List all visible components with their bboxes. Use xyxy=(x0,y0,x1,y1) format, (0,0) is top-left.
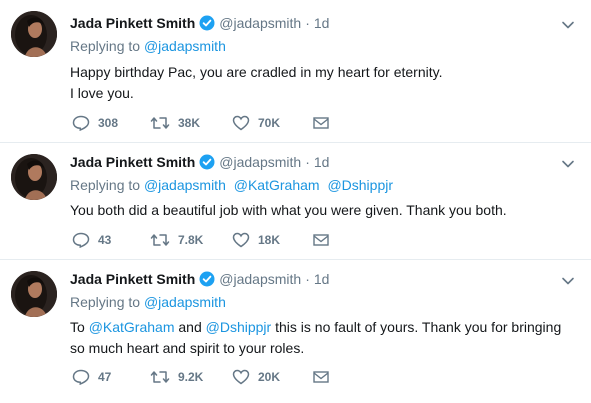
envelope-icon xyxy=(313,116,329,130)
reply-button[interactable]: 43 xyxy=(72,230,111,250)
avatar[interactable] xyxy=(11,11,57,57)
reply-icon xyxy=(72,232,90,248)
timestamp[interactable]: 1d xyxy=(314,154,330,170)
replying-label: Replying to xyxy=(70,294,141,310)
retweet-button[interactable]: 7.8K xyxy=(150,230,203,250)
like-count: 20K xyxy=(258,370,281,384)
retweet-count: 9.2K xyxy=(178,370,204,384)
chevron-down-icon[interactable] xyxy=(561,17,575,29)
replying-mention[interactable]: @jadapsmith xyxy=(144,38,226,54)
author-handle[interactable]: @jadapsmith xyxy=(219,271,301,287)
tweet-text-line: Happy birthday Pac, you are cradled in m… xyxy=(70,64,443,80)
tweet-header: Jada Pinkett Smith @jadapsmith · 1d xyxy=(70,153,329,171)
retweet-count: 38K xyxy=(178,116,201,130)
heart-icon xyxy=(232,115,250,131)
retweet-icon xyxy=(150,115,170,131)
tweet-header: Jada Pinkett Smith @jadapsmith · 1d xyxy=(70,14,329,32)
tweet[interactable]: Jada Pinkett Smith @jadapsmith · 1d Repl… xyxy=(0,143,591,260)
retweet-icon xyxy=(150,369,170,385)
dm-button[interactable] xyxy=(313,230,329,250)
heart-icon xyxy=(232,369,250,385)
chevron-down-icon[interactable] xyxy=(561,273,575,285)
reply-icon xyxy=(72,115,90,131)
tweet[interactable]: Jada Pinkett Smith @jadapsmith · 1d Repl… xyxy=(0,260,591,403)
tweet-text-line: You both did a beautiful job with what y… xyxy=(70,202,507,218)
replying-label: Replying to xyxy=(70,38,141,54)
text-fragment: this is no fault of yours. Thank you for… xyxy=(271,319,562,335)
heart-icon xyxy=(232,232,250,248)
replying-mention[interactable]: @jadapsmith xyxy=(144,177,226,193)
timestamp[interactable]: 1d xyxy=(314,271,330,287)
reply-button[interactable]: 47 xyxy=(72,367,111,387)
retweet-icon xyxy=(150,232,170,248)
tweet-text-line: so much heart and spirit to your roles. xyxy=(70,340,305,356)
timeline: Jada Pinkett Smith @jadapsmith · 1d Repl… xyxy=(0,0,591,403)
retweet-button[interactable]: 38K xyxy=(150,113,200,133)
author-name[interactable]: Jada Pinkett Smith xyxy=(70,15,195,31)
text-mention[interactable]: @KatGraham xyxy=(89,319,175,335)
avatar[interactable] xyxy=(11,271,57,317)
tweet-text-line: I love you. xyxy=(70,85,134,101)
like-button[interactable]: 18K xyxy=(232,230,280,250)
author-name[interactable]: Jada Pinkett Smith xyxy=(70,154,195,170)
author-handle[interactable]: @jadapsmith xyxy=(219,154,301,170)
like-count: 70K xyxy=(258,116,281,130)
text-mention[interactable]: @Dshippjr xyxy=(206,319,272,335)
text-fragment: and xyxy=(174,319,206,335)
tweet-text: Happy birthday Pac, you are cradled in m… xyxy=(70,62,575,104)
tweet-header: Jada Pinkett Smith @jadapsmith · 1d xyxy=(70,270,329,288)
verified-badge-icon xyxy=(199,271,215,287)
replying-to-line: Replying to @jadapsmith @KatGraham @Dshi… xyxy=(70,177,393,193)
verified-badge-icon xyxy=(199,154,215,170)
envelope-icon xyxy=(313,370,329,384)
replying-to-line: Replying to @jadapsmith xyxy=(70,38,226,54)
replying-mention[interactable]: @jadapsmith xyxy=(144,294,226,310)
author-handle[interactable]: @jadapsmith xyxy=(219,15,301,31)
like-count: 18K xyxy=(258,233,281,247)
separator: · xyxy=(305,154,310,170)
replying-to-line: Replying to @jadapsmith xyxy=(70,294,226,310)
separator: · xyxy=(305,271,310,287)
tweet[interactable]: Jada Pinkett Smith @jadapsmith · 1d Repl… xyxy=(0,0,591,143)
retweet-button[interactable]: 9.2K xyxy=(150,367,203,387)
tweet-text-line: To @KatGraham and @Dshippjr this is no f… xyxy=(70,317,575,338)
replying-label: Replying to xyxy=(70,177,141,193)
retweet-count: 7.8K xyxy=(178,233,204,247)
text-fragment: To xyxy=(70,319,89,335)
reply-count: 43 xyxy=(98,233,112,247)
reply-button[interactable]: 308 xyxy=(72,113,118,133)
author-name[interactable]: Jada Pinkett Smith xyxy=(70,271,195,287)
reply-icon xyxy=(72,369,90,385)
avatar[interactable] xyxy=(11,154,57,200)
verified-badge-icon xyxy=(199,15,215,31)
envelope-icon xyxy=(313,233,329,247)
like-button[interactable]: 20K xyxy=(232,367,280,387)
timestamp[interactable]: 1d xyxy=(314,15,330,31)
dm-button[interactable] xyxy=(313,367,329,387)
separator: · xyxy=(305,15,310,31)
like-button[interactable]: 70K xyxy=(232,113,280,133)
reply-count: 308 xyxy=(98,116,119,130)
replying-mention[interactable]: @KatGraham xyxy=(234,177,320,193)
replying-mention[interactable]: @Dshippjr xyxy=(327,177,393,193)
tweet-text: You both did a beautiful job with what y… xyxy=(70,200,575,221)
dm-button[interactable] xyxy=(313,113,329,133)
tweet-text: To @KatGraham and @Dshippjr this is no f… xyxy=(70,317,575,359)
chevron-down-icon[interactable] xyxy=(561,156,575,168)
reply-count: 47 xyxy=(98,370,112,384)
